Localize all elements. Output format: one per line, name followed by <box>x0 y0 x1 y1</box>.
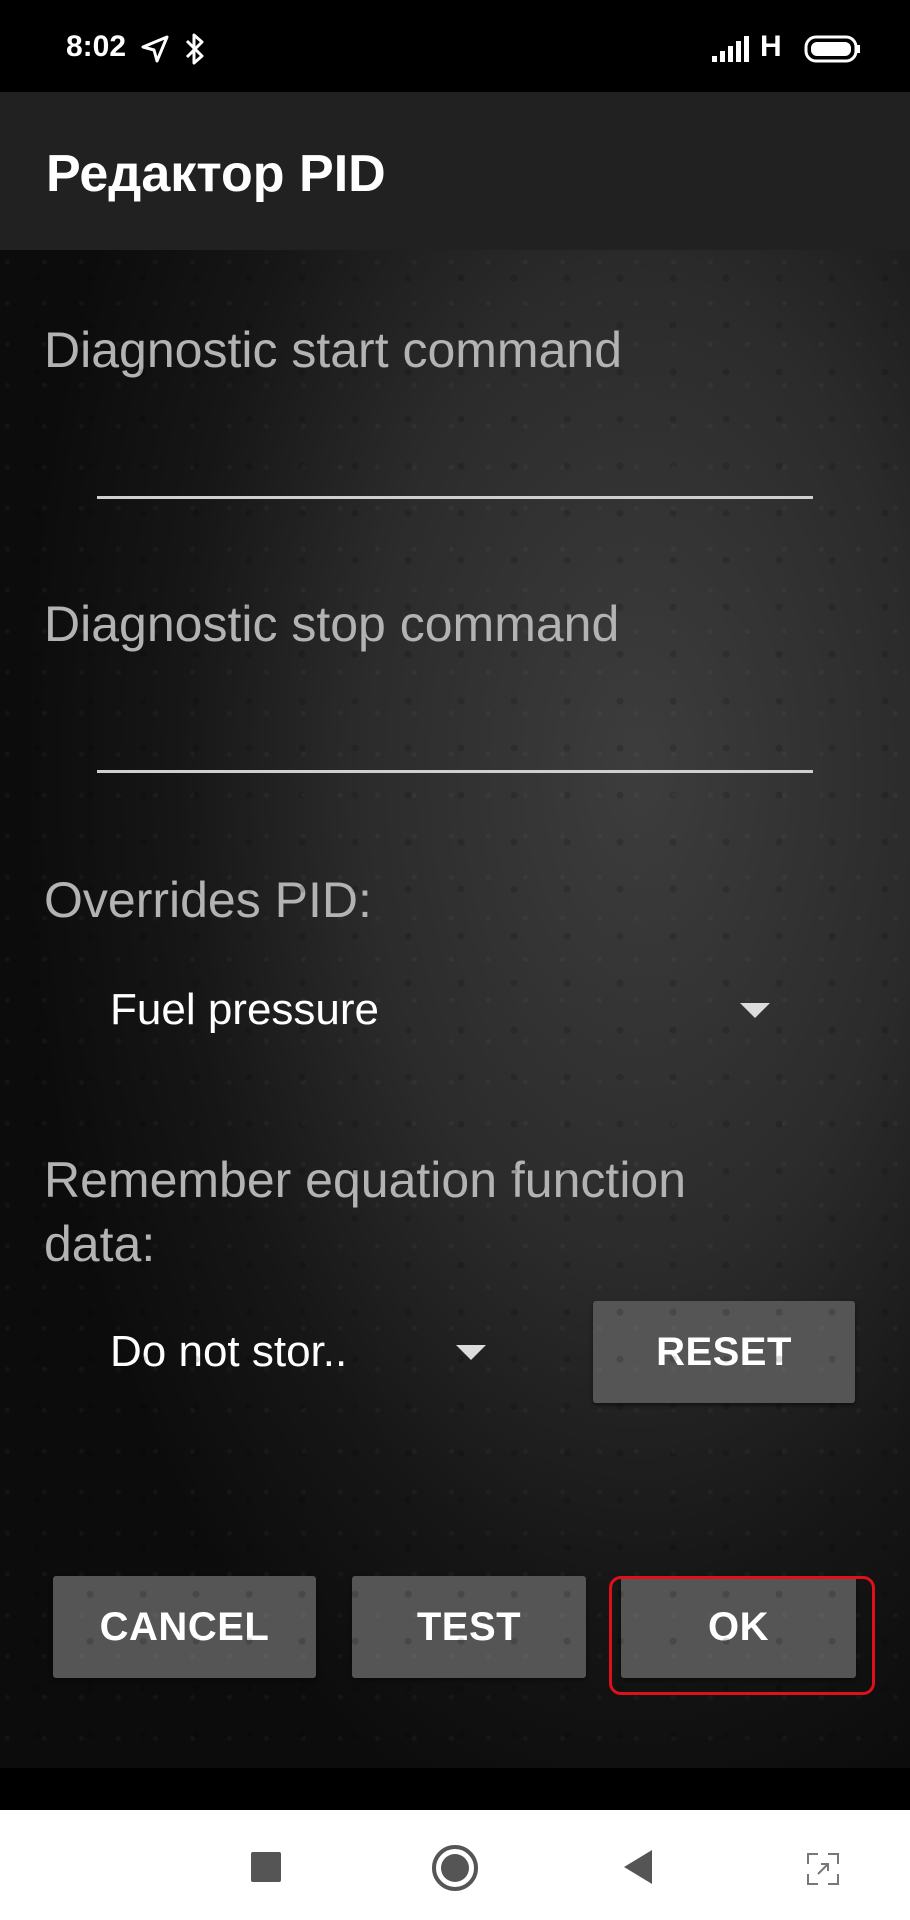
chevron-down-icon <box>456 1345 486 1360</box>
navigation-bar <box>0 1810 910 1920</box>
remember-data-value: Do not stor.. <box>110 1327 348 1376</box>
remember-data-dropdown[interactable]: Do not stor.. <box>110 1322 500 1382</box>
overrides-pid-value: Fuel pressure <box>110 985 380 1034</box>
test-button[interactable]: TEST <box>352 1576 586 1678</box>
fullscreen-icon[interactable] <box>806 1852 840 1886</box>
recents-square-icon[interactable] <box>249 1850 283 1884</box>
navigation-icon <box>141 35 169 63</box>
remember-data-label-line1: Remember equation function <box>44 1152 687 1208</box>
bluetooth-icon <box>185 33 204 65</box>
battery-icon <box>804 35 860 63</box>
app-bar: Редактор PID <box>0 92 910 250</box>
home-circle-icon[interactable] <box>430 1843 480 1893</box>
status-time: 8:02 <box>66 30 127 63</box>
stop-command-label: Diagnostic stop command <box>44 596 620 652</box>
page-title: Редактор PID <box>46 145 386 203</box>
start-command-label: Diagnostic start command <box>44 322 623 378</box>
reset-button[interactable]: RESET <box>593 1301 855 1403</box>
back-triangle-icon[interactable] <box>622 1848 656 1886</box>
start-command-input[interactable] <box>97 436 813 499</box>
signal-icon <box>712 36 749 62</box>
pid-editor-form: Diagnostic start command Diagnostic stop… <box>0 250 910 1768</box>
stop-command-input[interactable] <box>97 710 813 773</box>
ok-button-highlight <box>609 1576 875 1695</box>
remember-data-label-line2: data: <box>44 1216 156 1272</box>
chevron-down-icon <box>740 1003 770 1018</box>
overrides-pid-label: Overrides PID: <box>44 872 372 928</box>
network-type-label: H <box>760 30 782 63</box>
cancel-button[interactable]: CANCEL <box>53 1576 316 1678</box>
status-bar: 8:02 H <box>0 0 910 92</box>
overrides-pid-dropdown[interactable]: Fuel pressure <box>110 980 780 1040</box>
